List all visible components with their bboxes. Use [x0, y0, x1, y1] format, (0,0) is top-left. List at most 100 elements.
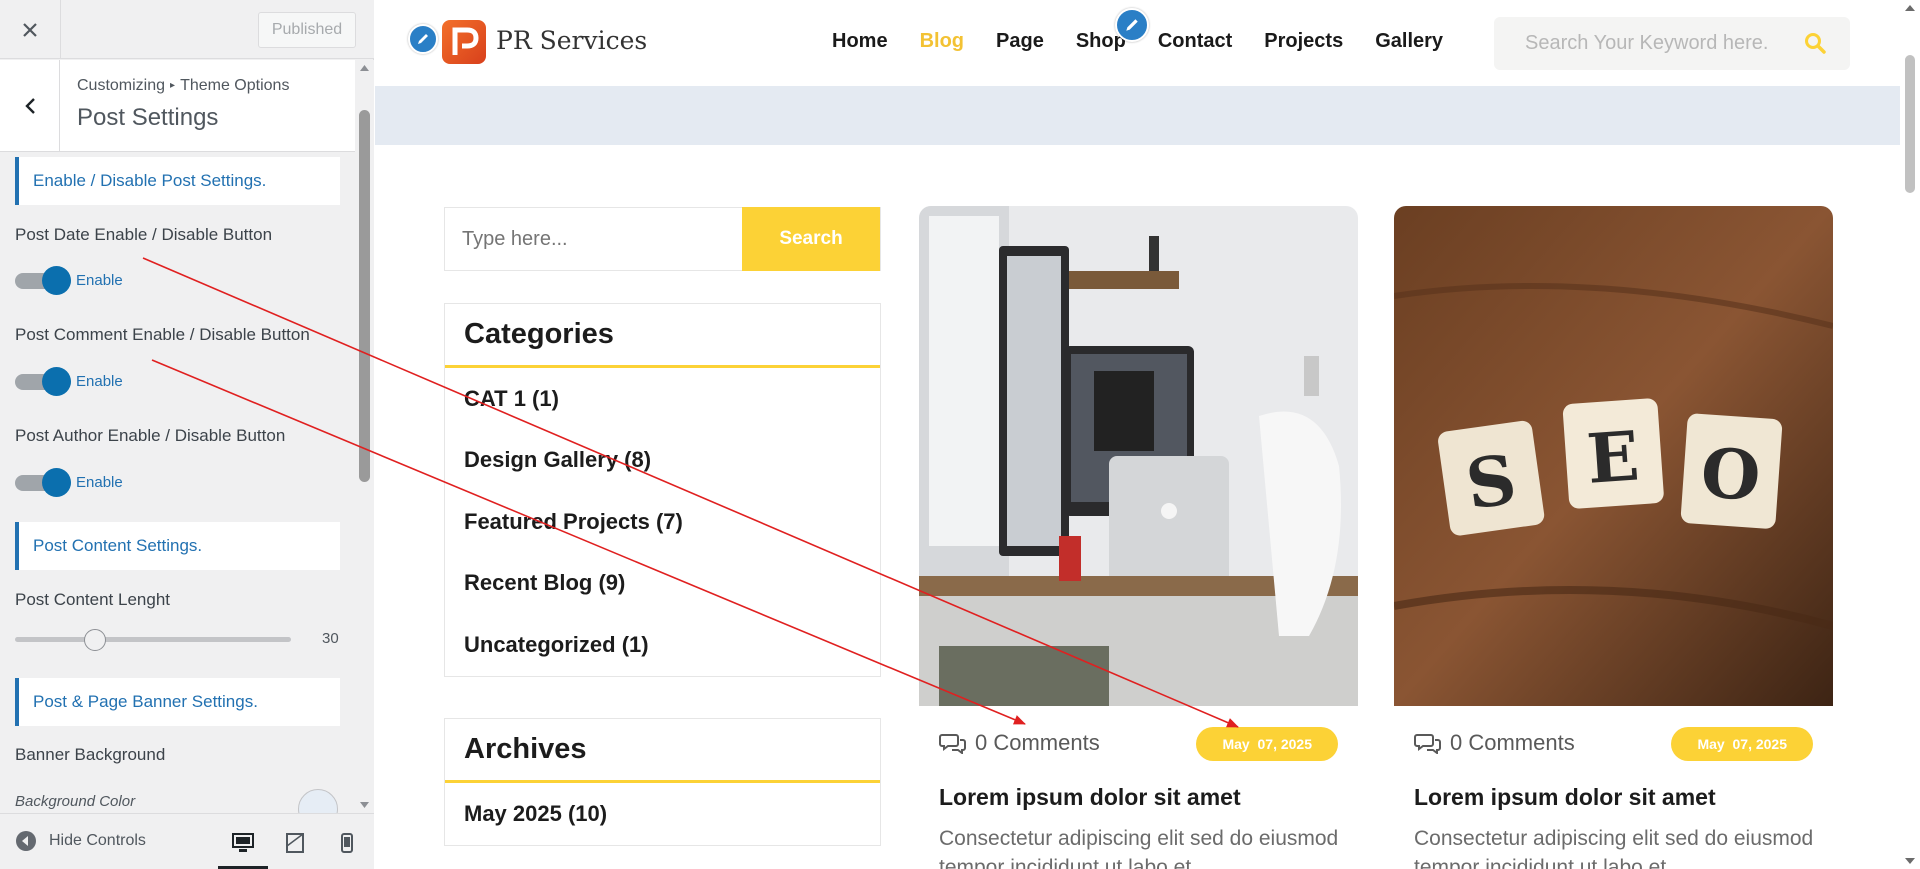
category-link[interactable]: CAT 1 (1): [445, 368, 880, 430]
post-date-toggle[interactable]: [15, 266, 71, 295]
post-card: 0 Comments May 07, 2025 Lorem ipsum dolo…: [919, 206, 1358, 869]
back-button[interactable]: [0, 60, 60, 152]
published-button[interactable]: Published: [258, 12, 356, 48]
pencil-icon: [1126, 19, 1138, 31]
post-comments-count: 0 Comments: [1450, 730, 1575, 755]
category-link[interactable]: Featured Projects (7): [445, 491, 880, 553]
content-length-slider-handle[interactable]: [83, 629, 106, 651]
section-header: Customizing ▸ Theme Options Post Settings: [0, 60, 355, 152]
search-icon[interactable]: [1804, 32, 1826, 54]
post-thumbnail-desk[interactable]: [919, 206, 1358, 706]
post-title[interactable]: Lorem ipsum dolor sit amet: [939, 784, 1241, 811]
scroll-down-icon[interactable]: [359, 799, 370, 811]
post-comment-label: Post Comment Enable / Disable Button: [15, 325, 310, 344]
nav-contact[interactable]: Contact: [1158, 30, 1232, 53]
preview-tablet-button[interactable]: [278, 826, 312, 860]
scroll-up-icon[interactable]: [1904, 3, 1916, 13]
archives-title: Archives: [445, 719, 880, 783]
close-customizer-button[interactable]: [0, 0, 61, 59]
breadcrumb-child: Theme Options: [180, 77, 290, 94]
edit-menu-shortcut[interactable]: [1115, 8, 1149, 42]
preview-scrollbar[interactable]: [1900, 0, 1920, 869]
content-length-value: 30: [322, 630, 339, 647]
post-date-badge: May 07, 2025: [1671, 727, 1813, 761]
content-length-label: Post Content Lenght: [15, 590, 171, 609]
panel-scrollbar-thumb[interactable]: [359, 110, 370, 482]
panel-controls: Enable / Disable Post Settings. Post Dat…: [0, 153, 355, 813]
archive-link[interactable]: May 2025 (10): [445, 783, 880, 845]
post-date-toggle-label: Enable: [76, 272, 123, 289]
customizer-window: Published Customizing ▸ Theme Options Post…: [0, 0, 1920, 869]
close-icon: [23, 22, 37, 37]
categories-title: Categories: [445, 304, 880, 368]
categories-widget: Categories CAT 1 (1) Design Gallery (8) …: [444, 303, 881, 677]
sidebar-search-button[interactable]: Search: [742, 207, 880, 271]
hide-controls-label: Hide Controls: [49, 832, 146, 849]
enable-settings-heading: Enable / Disable Post Settings.: [15, 157, 340, 205]
scroll-down-icon[interactable]: [1904, 856, 1916, 866]
preview-desktop-button[interactable]: [218, 826, 268, 869]
site-header: PR Services Home Blog Page Shop Contact …: [375, 0, 1900, 86]
nav-home[interactable]: Home: [832, 30, 888, 53]
preview-mobile-button[interactable]: [330, 826, 364, 860]
post-excerpt: Consectetur adipiscing elit sed do eiusm…: [1414, 827, 1814, 869]
comment-icon: [1414, 734, 1441, 754]
background-color-picker[interactable]: [298, 789, 338, 813]
hide-controls-button[interactable]: Hide Controls: [15, 830, 146, 852]
nav-projects[interactable]: Projects: [1264, 30, 1343, 53]
post-thumbnail-seo[interactable]: S E O: [1394, 206, 1833, 706]
post-card: S E O 0 Comments May 07, 2025 Lorem ipsu…: [1394, 206, 1833, 869]
seo-tile-e-glyph: E: [1584, 416, 1641, 499]
header-search: [1494, 17, 1850, 70]
breadcrumb: Customizing ▸ Theme Options: [77, 77, 289, 95]
sidebar-search-input[interactable]: [445, 208, 743, 270]
preview-scrollbar-thumb[interactable]: [1905, 55, 1915, 193]
archives-widget: Archives May 2025 (10): [444, 718, 881, 846]
post-author-toggle[interactable]: [15, 468, 71, 497]
header-search-input[interactable]: [1494, 17, 1794, 70]
category-link[interactable]: Design Gallery (8): [445, 430, 880, 492]
seo-tile-o-glyph: O: [1698, 433, 1763, 517]
content-settings-heading: Post Content Settings.: [15, 522, 340, 570]
sidebar-search: Search: [444, 207, 881, 271]
edit-logo-shortcut[interactable]: [408, 24, 438, 54]
desktop-icon: [232, 833, 254, 852]
post-title[interactable]: Lorem ipsum dolor sit amet: [1414, 784, 1716, 811]
category-link[interactable]: Recent Blog (9): [445, 553, 880, 615]
nav-gallery[interactable]: Gallery: [1375, 30, 1443, 53]
toggle-knob: [42, 367, 71, 396]
post-comments[interactable]: 0 Comments: [939, 730, 1100, 756]
page-banner: [375, 86, 1900, 145]
post-date-label: Post Date Enable / Disable Button: [15, 225, 273, 244]
nav-blog[interactable]: Blog: [920, 30, 964, 53]
comment-icon: [939, 734, 966, 754]
scroll-up-icon[interactable]: [359, 62, 370, 74]
site-logo[interactable]: [442, 20, 486, 64]
banner-settings-heading: Post & Page Banner Settings.: [15, 678, 340, 726]
background-color-label: Background Color: [15, 793, 136, 810]
post-comment-toggle[interactable]: [15, 367, 71, 396]
panel-scrollbar[interactable]: [355, 60, 374, 813]
post-comments-count: 0 Comments: [975, 730, 1100, 755]
pencil-icon: [418, 34, 428, 44]
breadcrumb-separator-icon: ▸: [170, 80, 176, 91]
toggle-knob: [42, 468, 71, 497]
panel-topbar: Published: [0, 0, 374, 59]
post-excerpt: Consectetur adipiscing elit sed do eiusm…: [939, 827, 1339, 869]
banner-background-label: Banner Background: [15, 745, 166, 764]
page-title: Post Settings: [77, 104, 219, 131]
category-link[interactable]: Uncategorized (1): [445, 614, 880, 676]
nav-page[interactable]: Page: [996, 30, 1044, 53]
site-title[interactable]: PR Services: [496, 26, 647, 55]
post-date-badge: May 07, 2025: [1196, 727, 1338, 761]
logo-icon: [452, 27, 479, 55]
post-comment-toggle-label: Enable: [76, 373, 123, 390]
post-author-toggle-label: Enable: [76, 474, 123, 491]
content-length-slider[interactable]: [15, 637, 291, 642]
main-nav: Home Blog Page Shop Contact Projects Gal…: [832, 30, 1475, 53]
panel-footer: Hide Controls: [0, 813, 374, 869]
post-comments[interactable]: 0 Comments: [1414, 730, 1575, 756]
toggle-knob: [42, 266, 71, 295]
site-preview: PR Services Home Blog Page Shop Contact …: [375, 0, 1900, 869]
breadcrumb-parent: Customizing: [77, 77, 166, 94]
